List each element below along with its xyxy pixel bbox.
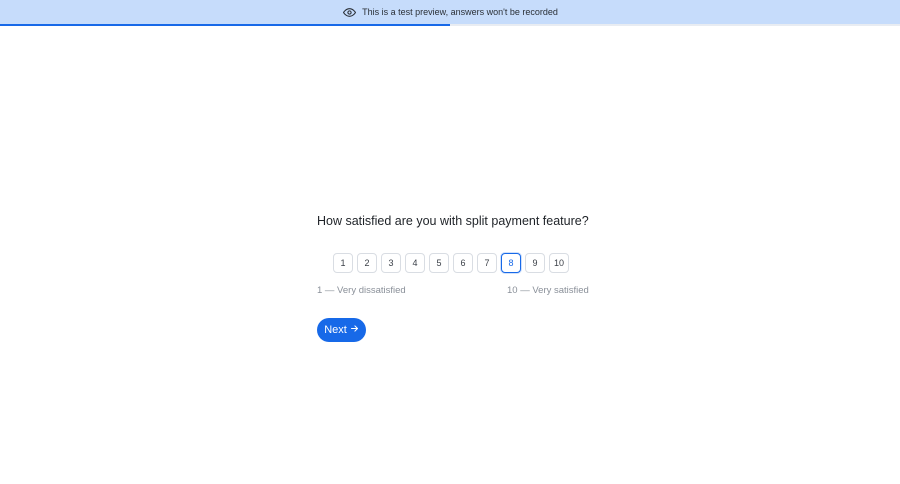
rating-scale: 1 2 3 4 5 6 7 8 9 10 [333, 253, 569, 273]
question-title: How satisfied are you with split payment… [317, 214, 589, 228]
preview-banner: This is a test preview, answers won't be… [0, 0, 900, 24]
progress-bar-fill [0, 24, 450, 26]
rating-option-9[interactable]: 9 [525, 253, 545, 273]
next-button[interactable]: Next [317, 318, 366, 342]
rating-option-10[interactable]: 10 [549, 253, 569, 273]
rating-option-5[interactable]: 5 [429, 253, 449, 273]
rating-option-2[interactable]: 2 [357, 253, 377, 273]
rating-option-7[interactable]: 7 [477, 253, 497, 273]
progress-bar [0, 24, 900, 26]
rating-option-1[interactable]: 1 [333, 253, 353, 273]
rating-option-3[interactable]: 3 [381, 253, 401, 273]
rating-option-8[interactable]: 8 [501, 253, 521, 273]
eye-icon [342, 5, 356, 19]
rating-option-4[interactable]: 4 [405, 253, 425, 273]
arrow-right-icon [350, 324, 359, 336]
scale-min-label: 1 — Very dissatisfied [317, 285, 406, 296]
next-button-label: Next [324, 324, 347, 336]
preview-banner-text: This is a test preview, answers won't be… [362, 7, 558, 17]
rating-option-6[interactable]: 6 [453, 253, 473, 273]
scale-max-label: 10 — Very satisfied [507, 285, 589, 296]
